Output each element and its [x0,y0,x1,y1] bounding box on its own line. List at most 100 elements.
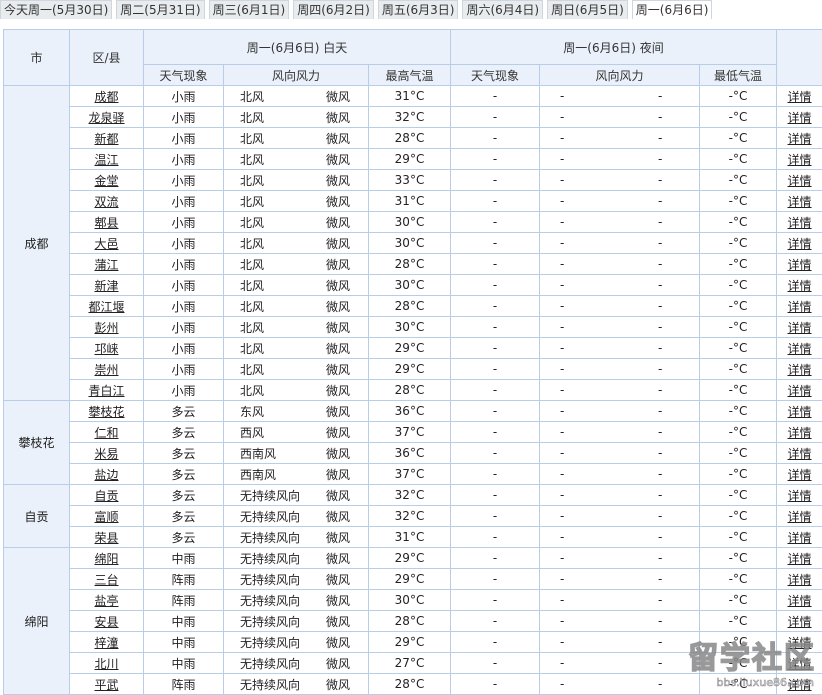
day-high-cell: 31°C [369,86,451,107]
district-link[interactable]: 温江 [94,153,118,167]
tab-day-3[interactable]: 周四(6月2日) [293,0,374,19]
detail-link[interactable]: 详情 [788,636,812,650]
detail-link[interactable]: 详情 [788,111,812,125]
district-link[interactable]: 仁和 [94,426,118,440]
detail-link[interactable]: 详情 [788,405,812,419]
night-weather-cell: - [451,569,540,590]
wind-direction: 西南风 [224,445,326,462]
district-link[interactable]: 梓潼 [94,636,118,650]
district-link[interactable]: 新都 [94,132,118,146]
district-link[interactable]: 郫县 [94,216,118,230]
wind-direction: 北风 [224,361,326,378]
day-weather-cell: 中雨 [144,632,224,653]
district-link[interactable]: 富顺 [94,510,118,524]
detail-link[interactable]: 详情 [788,531,812,545]
district-link[interactable]: 三台 [94,573,118,587]
district-cell: 大邑 [70,233,144,254]
night-low-cell: -°C [700,401,777,422]
district-link[interactable]: 金堂 [94,174,118,188]
night-wind-cell: -- [540,485,700,506]
night-wind-direction: - [540,488,658,502]
night-low-cell: -°C [700,485,777,506]
detail-link[interactable]: 详情 [788,594,812,608]
night-wind-cell: -- [540,212,700,233]
detail-link[interactable]: 详情 [788,216,812,230]
tab-day-2[interactable]: 周三(6月1日) [209,0,290,19]
day-high-cell: 28°C [369,128,451,149]
district-link[interactable]: 盐边 [94,468,118,482]
detail-link[interactable]: 详情 [788,510,812,524]
detail-link[interactable]: 详情 [788,489,812,503]
district-link[interactable]: 米易 [94,447,118,461]
district-link[interactable]: 平武 [94,678,118,692]
detail-link[interactable]: 详情 [788,132,812,146]
tab-day-4[interactable]: 周五(6月3日) [378,0,459,19]
detail-cell: 详情 [777,674,822,695]
district-link[interactable]: 攀枝花 [88,405,124,419]
night-low-cell: -°C [700,464,777,485]
detail-link[interactable]: 详情 [788,657,812,671]
detail-link[interactable]: 详情 [788,573,812,587]
district-link[interactable]: 绵阳 [94,552,118,566]
district-link[interactable]: 崇州 [94,363,118,377]
detail-cell: 详情 [777,611,822,632]
district-link[interactable]: 新津 [94,279,118,293]
district-link[interactable]: 盐亭 [94,594,118,608]
detail-link[interactable]: 详情 [788,342,812,356]
detail-link[interactable]: 详情 [788,384,812,398]
tab-day-1[interactable]: 周二(5月31日) [116,0,204,19]
detail-link[interactable]: 详情 [788,195,812,209]
district-link[interactable]: 北川 [94,657,118,671]
district-link[interactable]: 安县 [94,615,118,629]
detail-link[interactable]: 详情 [788,237,812,251]
district-cell: 盐边 [70,464,144,485]
detail-link[interactable]: 详情 [788,678,812,692]
night-wind-direction: - [540,278,658,292]
district-link[interactable]: 都江堰 [88,300,124,314]
district-link[interactable]: 邛崃 [94,342,118,356]
district-cell: 郫县 [70,212,144,233]
detail-cell: 详情 [777,653,822,674]
district-link[interactable]: 蒲江 [94,258,118,272]
detail-link[interactable]: 详情 [788,615,812,629]
table-row: 郫县小雨北风微风30°C----°C详情 [4,212,822,233]
wind-power: 微风 [326,573,350,587]
night-low-cell: -°C [700,632,777,653]
detail-link[interactable]: 详情 [788,321,812,335]
detail-link[interactable]: 详情 [788,552,812,566]
day-wind-cell: 北风微风 [224,380,369,401]
night-wind-power: - [658,131,662,145]
wind-direction: 无持续风向 [224,613,326,630]
detail-link[interactable]: 详情 [788,426,812,440]
detail-link[interactable]: 详情 [788,174,812,188]
night-wind-power: - [658,362,662,376]
day-wind-cell: 无持续风向微风 [224,485,369,506]
district-link[interactable]: 自贡 [94,489,118,503]
district-link[interactable]: 成都 [94,90,118,104]
tab-day-5[interactable]: 周六(6月4日) [462,0,543,19]
tab-day-6[interactable]: 周日(6月5日) [547,0,628,19]
detail-link[interactable]: 详情 [788,279,812,293]
district-cell: 盐亭 [70,590,144,611]
tab-day-0[interactable]: 今天周一(5月30日) [0,0,112,19]
night-low-cell: -°C [700,359,777,380]
wind-power: 微风 [326,279,350,293]
detail-link[interactable]: 详情 [788,90,812,104]
district-link[interactable]: 彭州 [94,321,118,335]
detail-link[interactable]: 详情 [788,153,812,167]
wind-direction: 无持续风向 [224,508,326,525]
detail-link[interactable]: 详情 [788,300,812,314]
detail-link[interactable]: 详情 [788,468,812,482]
tab-day-7[interactable]: 周一(6月6日) [632,0,713,19]
night-wind-power: - [658,320,662,334]
district-link[interactable]: 大邑 [94,237,118,251]
detail-link[interactable]: 详情 [788,447,812,461]
district-link[interactable]: 荣县 [94,531,118,545]
district-link[interactable]: 青白江 [88,384,124,398]
table-row: 富顺多云无持续风向微风32°C----°C详情 [4,506,822,527]
district-link[interactable]: 龙泉驿 [88,111,124,125]
detail-link[interactable]: 详情 [788,258,812,272]
district-link[interactable]: 双流 [94,195,118,209]
district-cell: 金堂 [70,170,144,191]
detail-link[interactable]: 详情 [788,363,812,377]
